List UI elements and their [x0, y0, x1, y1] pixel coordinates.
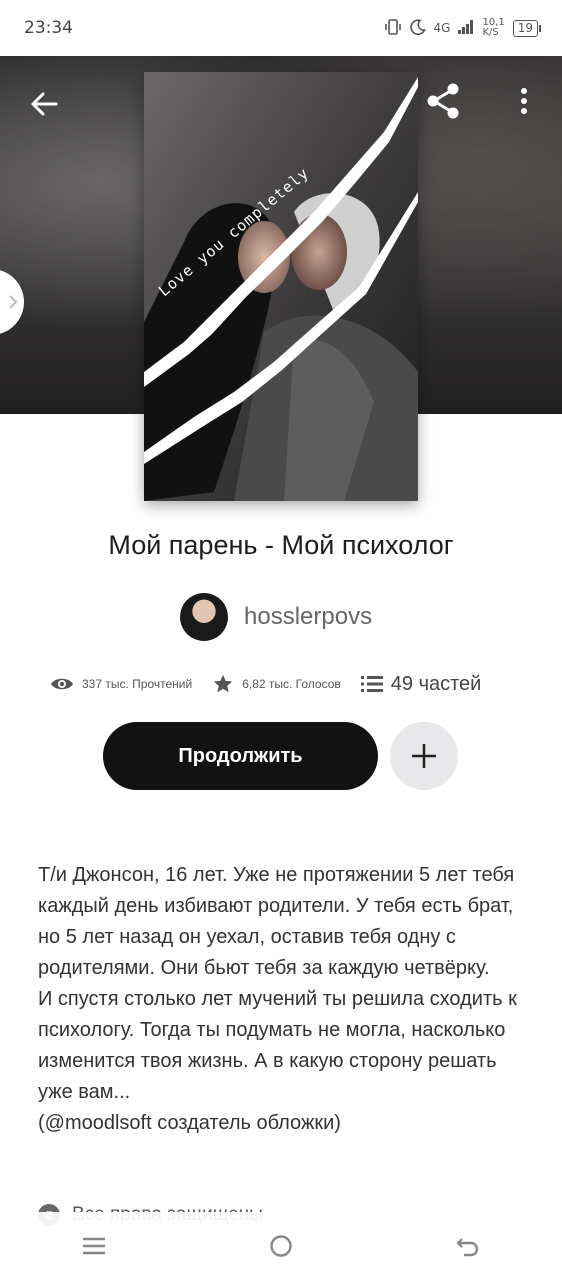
parts-stat[interactable]: 49 частей [360, 673, 482, 696]
signal-icon [458, 19, 474, 37]
chevron-right-icon [9, 295, 18, 309]
description-paragraph: Т/и Джонсон, 16 лет. Уже не протяжении 5… [38, 864, 515, 979]
recent-apps-button[interactable] [74, 1226, 114, 1266]
add-to-library-button[interactable] [390, 722, 458, 790]
eye-icon [51, 678, 73, 690]
author-avatar[interactable] [180, 593, 228, 641]
back-button[interactable] [26, 86, 62, 122]
share-icon [427, 83, 459, 119]
star-icon [214, 674, 233, 693]
story-stats: 337 тыс. Прочтений 6,82 тыс. Голосов 49 … [50, 668, 520, 700]
reads-count: 337 тыс. Прочтений [82, 677, 193, 691]
network-label: 4G [433, 21, 451, 35]
votes-stat: 6,82 тыс. Голосов [212, 673, 341, 695]
author-row[interactable]: hosslerpovs [180, 593, 372, 641]
continue-reading-button[interactable]: Продолжить [103, 722, 378, 790]
book-cover: Love you completely [144, 72, 418, 501]
battery-indicator: 19 [512, 19, 542, 37]
system-nav-bar [0, 1212, 562, 1280]
status-time: 23:34 [24, 18, 73, 38]
more-vertical-icon [521, 88, 527, 114]
description-paragraph: (@moodlsoft создатель обложки) [38, 1112, 341, 1134]
author-name[interactable]: hosslerpovs [244, 603, 372, 631]
vibrate-icon [384, 18, 402, 38]
status-bar: 23:34 4G 10,1 K/S 19 [0, 0, 562, 56]
cover-artwork: Love you completely [144, 72, 418, 501]
back-arrow-icon [456, 1238, 479, 1257]
story-description: Т/и Джонсон, 16 лет. Уже не протяжении 5… [38, 860, 518, 1139]
home-circle-icon [270, 1235, 292, 1257]
story-title: Мой парень - Мой психолог [108, 530, 454, 560]
share-button[interactable] [422, 80, 464, 122]
arrow-left-icon [31, 92, 58, 116]
moon-icon [409, 18, 426, 38]
description-paragraph: И спустя столько лет мучений ты решила с… [38, 988, 517, 1103]
plus-icon [412, 744, 436, 768]
status-icons: 4G 10,1 K/S 19 [384, 17, 542, 38]
home-button[interactable] [261, 1226, 301, 1266]
more-options-button[interactable] [510, 80, 538, 122]
network-speed: 10,1 K/S [482, 17, 505, 38]
reads-stat: 337 тыс. Прочтений [50, 676, 192, 692]
system-back-button[interactable] [448, 1226, 488, 1266]
parts-count[interactable]: 49 частей [391, 673, 482, 696]
votes-count: 6,82 тыс. Голосов [242, 677, 341, 691]
menu-icon [82, 1237, 105, 1255]
list-icon [360, 676, 383, 692]
